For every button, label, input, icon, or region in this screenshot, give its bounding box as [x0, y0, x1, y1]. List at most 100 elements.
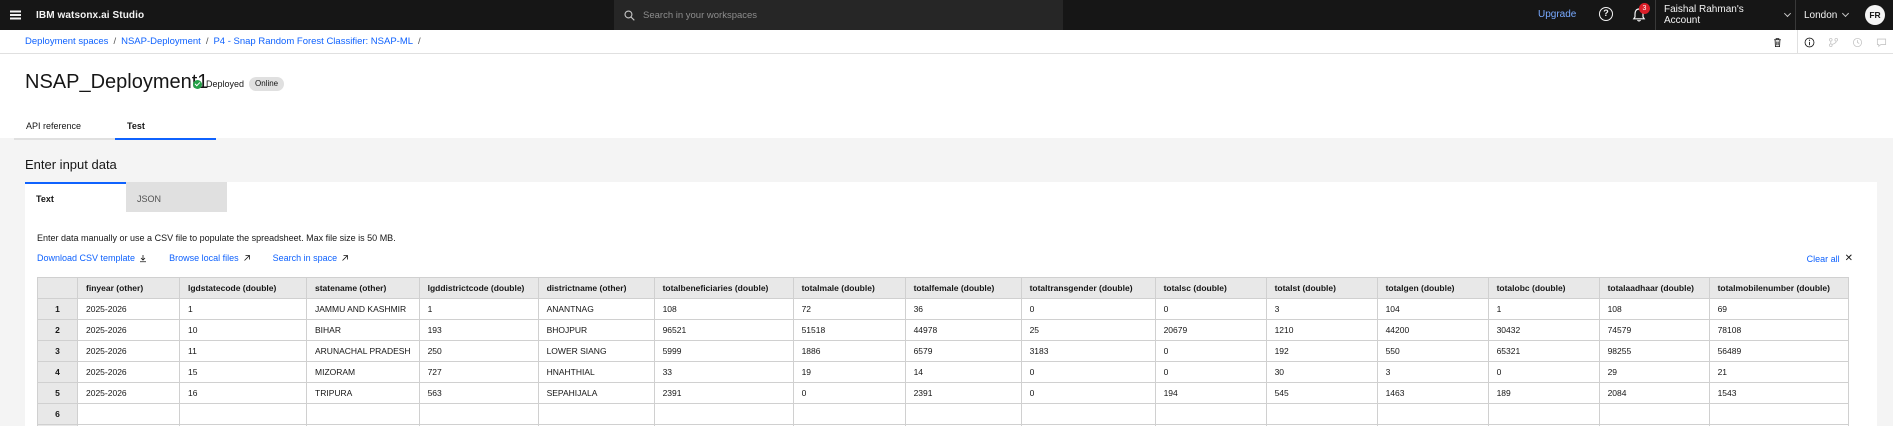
table-cell[interactable]: 1210: [1265, 319, 1378, 341]
table-cell[interactable]: 3: [1265, 298, 1378, 320]
table-cell[interactable]: [1708, 403, 1849, 425]
table-cell[interactable]: 545: [1265, 382, 1378, 404]
column-header[interactable]: totalgen (double): [1376, 277, 1489, 299]
branch-icon[interactable]: [1821, 30, 1845, 54]
breadcrumb-model[interactable]: P4 - Snap Random Forest Classifier: NSAP…: [213, 36, 413, 47]
table-cell[interactable]: [179, 403, 307, 425]
table-cell[interactable]: JAMMU AND KASHMIR: [306, 298, 420, 320]
table-cell[interactable]: 0: [1154, 340, 1267, 362]
column-header[interactable]: totalmale (double): [792, 277, 906, 299]
table-cell[interactable]: 1886: [792, 340, 906, 362]
table-cell[interactable]: ARUNACHAL PRADESH: [306, 340, 420, 362]
table-cell[interactable]: 727: [418, 361, 539, 383]
clear-all-button[interactable]: Clear all ✕: [1807, 253, 1853, 264]
table-cell[interactable]: 0: [1154, 298, 1267, 320]
table-cell[interactable]: 2025-2026: [77, 382, 180, 404]
table-cell[interactable]: 0: [1020, 298, 1156, 320]
table-cell[interactable]: 56489: [1708, 340, 1849, 362]
column-header[interactable]: totalaadhaar (double): [1598, 277, 1710, 299]
table-cell[interactable]: 33: [653, 361, 794, 383]
avatar[interactable]: FR: [1865, 5, 1885, 25]
table-cell[interactable]: 30432: [1487, 319, 1600, 341]
breadcrumb-space[interactable]: NSAP-Deployment: [121, 36, 201, 47]
table-cell[interactable]: [1487, 403, 1600, 425]
upgrade-link[interactable]: Upgrade: [1538, 9, 1576, 20]
table-cell[interactable]: 0: [1154, 361, 1267, 383]
table-cell[interactable]: [418, 403, 539, 425]
table-cell[interactable]: HNAHTHIAL: [537, 361, 655, 383]
table-cell[interactable]: 72: [792, 298, 906, 320]
table-cell[interactable]: 2025-2026: [77, 319, 180, 341]
table-cell[interactable]: BHOJPUR: [537, 319, 655, 341]
table-cell[interactable]: 25: [1020, 319, 1156, 341]
column-header[interactable]: finyear (other): [77, 277, 180, 299]
table-cell[interactable]: 3: [1376, 361, 1489, 383]
table-cell[interactable]: 2391: [904, 382, 1022, 404]
table-cell[interactable]: 1543: [1708, 382, 1849, 404]
table-cell[interactable]: [537, 403, 655, 425]
column-header[interactable]: lgddistrictcode (double): [418, 277, 539, 299]
row-number[interactable]: 2: [37, 319, 78, 341]
region-switcher[interactable]: London: [1795, 0, 1855, 30]
search-space-link[interactable]: Search in space: [273, 253, 350, 263]
table-cell[interactable]: 11: [179, 340, 307, 362]
info-icon[interactable]: [1797, 30, 1821, 54]
breadcrumb-deployment-spaces[interactable]: Deployment spaces: [25, 36, 108, 47]
table-cell[interactable]: 1: [179, 298, 307, 320]
column-header[interactable]: totalmobilenumber (double): [1708, 277, 1849, 299]
table-cell[interactable]: 563: [418, 382, 539, 404]
column-header[interactable]: totalbeneficiaries (double): [653, 277, 794, 299]
table-cell[interactable]: [306, 403, 420, 425]
brand-name[interactable]: IBM watsonx.ai Studio: [36, 10, 144, 21]
table-cell[interactable]: MIZORAM: [306, 361, 420, 383]
table-cell[interactable]: 30: [1265, 361, 1378, 383]
table-cell[interactable]: 10: [179, 319, 307, 341]
row-number[interactable]: 3: [37, 340, 78, 362]
row-number[interactable]: 5: [37, 382, 78, 404]
table-cell[interactable]: [1376, 403, 1489, 425]
table-cell[interactable]: 6579: [904, 340, 1022, 362]
column-header[interactable]: totalobc (double): [1487, 277, 1600, 299]
table-cell[interactable]: 250: [418, 340, 539, 362]
column-header[interactable]: statename (other): [306, 277, 420, 299]
column-header[interactable]: totaltransgender (double): [1020, 277, 1156, 299]
table-cell[interactable]: 189: [1487, 382, 1600, 404]
table-cell[interactable]: TRIPURA: [306, 382, 420, 404]
table-cell[interactable]: BIHAR: [306, 319, 420, 341]
table-cell[interactable]: 0: [792, 382, 906, 404]
table-cell[interactable]: 21: [1708, 361, 1849, 383]
column-header[interactable]: districtname (other): [537, 277, 655, 299]
column-header[interactable]: totalst (double): [1265, 277, 1378, 299]
input-data-table[interactable]: finyear (other) lgdstatecode (double) st…: [37, 277, 1849, 426]
tab-test[interactable]: Test: [115, 118, 216, 140]
table-cell[interactable]: [1020, 403, 1156, 425]
table-cell[interactable]: 3183: [1020, 340, 1156, 362]
menu-icon[interactable]: [0, 0, 30, 30]
table-cell[interactable]: 19: [792, 361, 906, 383]
table-cell[interactable]: 1: [1487, 298, 1600, 320]
table-cell[interactable]: [1598, 403, 1710, 425]
table-cell[interactable]: 1463: [1376, 382, 1489, 404]
tab-api-reference[interactable]: API reference: [14, 118, 115, 140]
table-cell[interactable]: 550: [1376, 340, 1489, 362]
column-header[interactable]: totalfemale (double): [904, 277, 1022, 299]
table-cell[interactable]: 193: [418, 319, 539, 341]
table-cell[interactable]: 29: [1598, 361, 1710, 383]
table-cell[interactable]: 0: [1020, 361, 1156, 383]
table-cell[interactable]: 194: [1154, 382, 1267, 404]
column-header[interactable]: totalsc (double): [1154, 277, 1267, 299]
table-cell[interactable]: [1265, 403, 1378, 425]
table-cell[interactable]: 2025-2026: [77, 361, 180, 383]
table-cell[interactable]: 44978: [904, 319, 1022, 341]
comment-icon[interactable]: [1869, 30, 1893, 54]
corner-cell[interactable]: [37, 277, 78, 299]
table-cell[interactable]: [1154, 403, 1267, 425]
table-cell[interactable]: LOWER SIANG: [537, 340, 655, 362]
table-cell[interactable]: 0: [1487, 361, 1600, 383]
delete-icon[interactable]: [1765, 30, 1789, 54]
table-cell[interactable]: [653, 403, 794, 425]
tab-text[interactable]: Text: [25, 182, 126, 212]
column-header[interactable]: lgdstatecode (double): [179, 277, 307, 299]
table-cell[interactable]: 0: [1020, 382, 1156, 404]
row-number[interactable]: 4: [37, 361, 78, 383]
